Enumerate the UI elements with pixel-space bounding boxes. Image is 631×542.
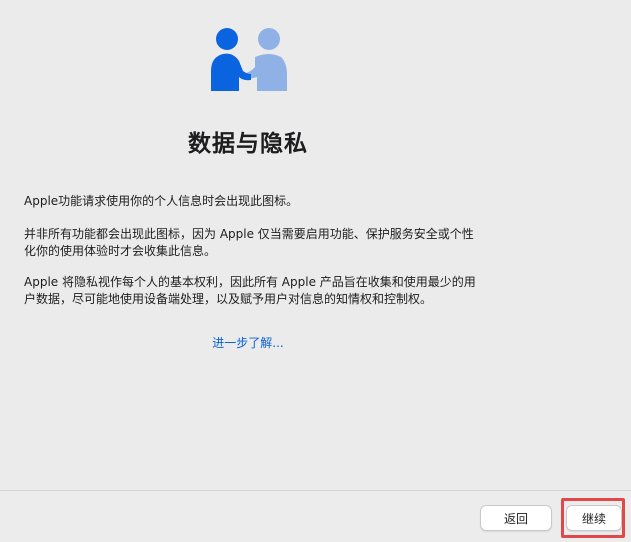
- footer-bar: 返回 继续: [0, 490, 631, 542]
- left-person-head: [216, 28, 238, 50]
- continue-button[interactable]: 继续: [566, 505, 622, 531]
- handshake-people-icon: [211, 28, 287, 91]
- icon-usage-paragraph: 并非所有功能都会出现此图标，因为 Apple 仅当需要启用功能、保护服务安全或个…: [24, 227, 474, 258]
- page-title: 数据与隐私: [188, 131, 308, 157]
- privacy-window: 数据与隐私 Apple功能请求使用你的个人信息时会出现此图标。 并非所有功能都会…: [0, 0, 631, 542]
- intro-paragraph: Apple功能请求使用你的个人信息时会出现此图标。: [24, 194, 299, 208]
- right-person-body: [243, 54, 287, 91]
- privacy-rights-paragraph: Apple 将隐私视作每个人的基本权利，因此所有 Apple 产品旨在收集和使用…: [24, 275, 476, 306]
- back-button[interactable]: 返回: [480, 505, 552, 531]
- learn-more-link[interactable]: 进一步了解...: [0, 334, 496, 351]
- right-person-head: [258, 28, 280, 50]
- left-person-body: [211, 53, 251, 91]
